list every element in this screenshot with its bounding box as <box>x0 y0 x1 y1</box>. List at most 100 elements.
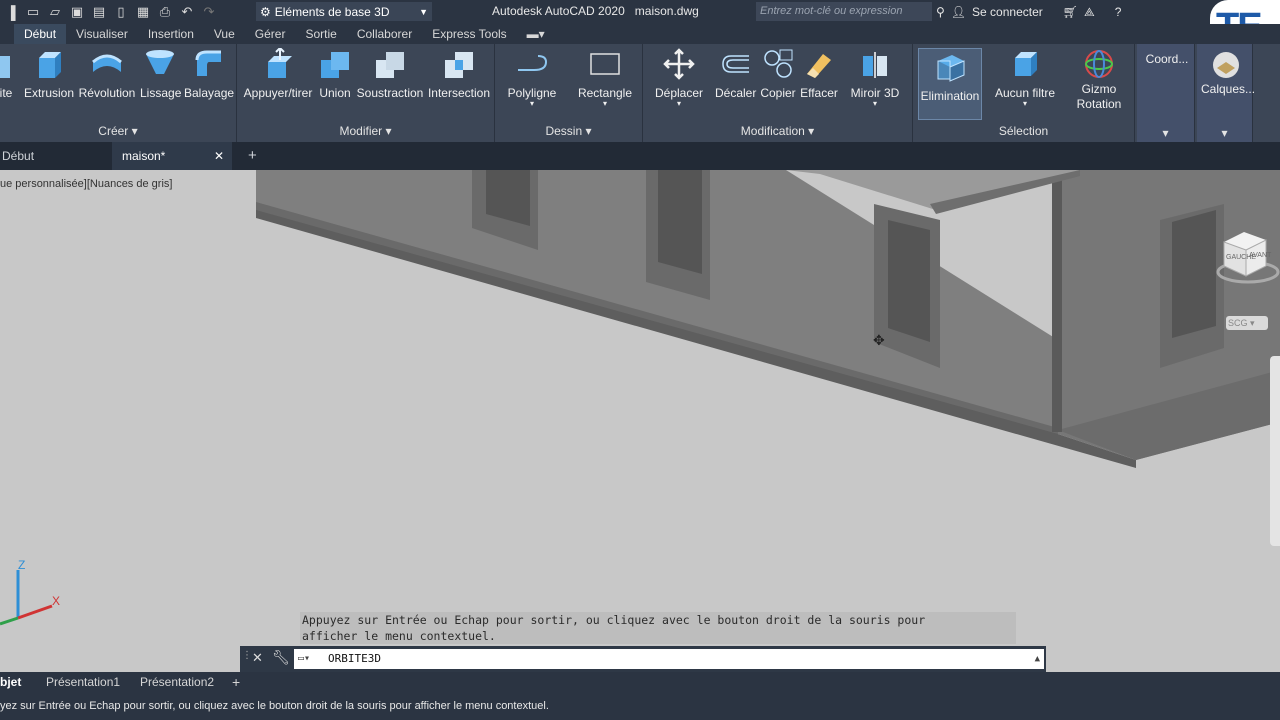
revolution-tool[interactable]: Révolution <box>78 48 136 100</box>
miroir3d-tool[interactable]: Miroir 3D ▾ <box>847 48 903 108</box>
subtract-icon <box>374 48 406 80</box>
effacer-tool[interactable]: Effacer <box>799 48 839 100</box>
search-input[interactable]: Entrez mot-clé ou expression <box>756 2 932 21</box>
revolution-icon <box>91 48 123 80</box>
mirror-icon <box>859 48 891 80</box>
export-icon[interactable]: ▦ <box>132 0 154 24</box>
wcs-menu[interactable]: SCG ▾ <box>1226 316 1268 330</box>
open-icon[interactable]: ▱ <box>44 0 66 24</box>
new-tab-icon[interactable]: + <box>246 142 257 170</box>
house-model[interactable] <box>0 170 1280 672</box>
copier-tool[interactable]: Copier <box>759 48 797 100</box>
balayage-tool[interactable]: Balayage <box>184 48 234 100</box>
save-as-icon[interactable]: ▤ <box>88 0 110 24</box>
import-icon[interactable]: ▯ <box>110 0 132 24</box>
file-name: maison.dwg <box>634 4 699 18</box>
chevron-down-icon[interactable]: ▾ <box>1197 126 1252 140</box>
ucs-z-label: Z <box>18 558 26 572</box>
copy-icon <box>762 48 794 80</box>
drawing-viewport[interactable]: ue personnalisée][Nuances de gris] ▬ ❐ G… <box>0 170 1280 672</box>
doc-tab-maison[interactable]: maison* ✕ <box>112 142 232 170</box>
soustraction-tool[interactable]: Soustraction <box>355 48 425 100</box>
decaler-tool[interactable]: Décaler <box>715 48 756 100</box>
binoculars-icon[interactable]: ⚲ <box>936 5 945 19</box>
document-tabs: Début maison* ✕ + <box>0 142 1280 170</box>
connect-icon[interactable]: ⟁ <box>1084 5 1095 20</box>
chevron-down-icon: ▼ <box>419 6 428 17</box>
tab-debut[interactable]: Début <box>14 24 67 44</box>
aucun-filtre-tool[interactable]: Aucun filtre ▾ <box>991 48 1059 108</box>
lissage-tool[interactable]: Lissage <box>140 48 181 100</box>
ribbon: ite Extrusion Révolution Lissage Balayag… <box>0 44 1280 142</box>
chevron-down-icon[interactable]: ▾ <box>1137 126 1194 140</box>
navigation-bar[interactable] <box>1270 356 1280 546</box>
calques-tool[interactable]: Calques... <box>1201 50 1255 96</box>
chevron-down-icon: ▾ <box>808 124 815 138</box>
print-icon[interactable]: ⎙ <box>154 0 176 24</box>
gizmo-rotation-tool[interactable]: Gizmo Rotation <box>1071 48 1127 112</box>
user-icon[interactable]: 👤︎ <box>951 5 966 19</box>
workspace-switcher[interactable]: ⚙ Eléments de base 3D ▼ <box>256 2 432 21</box>
filter-cube-icon <box>1009 48 1041 80</box>
cart-icon[interactable]: 🛒︎ <box>1063 5 1078 19</box>
close-icon[interactable]: ✕ <box>214 142 224 170</box>
extrusion-tool[interactable]: Extrusion <box>22 48 76 100</box>
grip-icon[interactable]: ⋮ <box>242 650 252 661</box>
rectangle-tool[interactable]: Rectangle ▾ <box>575 48 635 108</box>
doc-tab-debut[interactable]: Début <box>0 142 110 170</box>
tab-vue[interactable]: Vue <box>204 24 245 44</box>
appuyer-tirer-tool[interactable]: Appuyer/tirer <box>241 46 315 100</box>
panel-label-dessin[interactable]: Dessin ▾ <box>495 124 642 138</box>
signin-link[interactable]: Se connecter <box>972 5 1043 19</box>
panel-label-modifier[interactable]: Modifier ▾ <box>237 124 494 138</box>
culling-icon <box>934 51 966 83</box>
command-tooltip: Appuyez sur Entrée ou Echap pour sortir,… <box>300 612 1016 644</box>
eraser-icon <box>803 48 835 80</box>
ucs-x-label: X <box>52 594 61 608</box>
add-layout-icon[interactable]: + <box>232 672 240 692</box>
rectangle-icon <box>589 48 621 80</box>
union-tool[interactable]: Union <box>317 48 353 100</box>
tab-collaborer[interactable]: Collaborer <box>347 24 422 44</box>
chevron-up-icon[interactable]: ▲ <box>1035 649 1040 669</box>
wrench-icon[interactable]: 🔧︎ <box>272 649 290 666</box>
redo-icon[interactable]: ↷ <box>198 0 220 24</box>
prompt-icon[interactable]: ▭▾ <box>298 649 310 669</box>
help-icon[interactable]: ? <box>1115 5 1122 19</box>
panel-label-modification[interactable]: Modification ▾ <box>643 124 912 138</box>
panel-label-creer[interactable]: Créer ▾ <box>0 124 236 138</box>
orbit-cursor-icon: ✥ <box>873 332 885 348</box>
new-icon[interactable]: ▭ <box>22 0 44 24</box>
title-right-tools: ⚲ 👤︎ Se connecter 🛒︎ ⟁ ? <box>936 0 1121 24</box>
intersection-tool[interactable]: Intersection <box>427 48 491 100</box>
close-icon[interactable]: ✕ <box>252 650 263 666</box>
tab-insertion[interactable]: Insertion <box>138 24 204 44</box>
chevron-down-icon: ▾ <box>1250 318 1255 328</box>
tab-gerer[interactable]: Gérer <box>245 24 296 44</box>
elimination-tool[interactable]: Elimination <box>918 48 982 120</box>
polyline-icon <box>516 48 548 80</box>
tab-presentation2[interactable]: Présentation2 <box>140 672 214 692</box>
camera-icon[interactable]: ▬▾ <box>517 24 555 44</box>
app-menu-icon[interactable]: ▐ <box>0 0 22 24</box>
ite-tool[interactable]: ite <box>0 48 14 100</box>
tab-sortie[interactable]: Sortie <box>295 24 346 44</box>
undo-icon[interactable]: ↶ <box>176 0 198 24</box>
save-icon[interactable]: ▣ <box>66 0 88 24</box>
tab-visualiser[interactable]: Visualiser <box>66 24 138 44</box>
offset-icon <box>719 48 751 80</box>
polyligne-tool[interactable]: Polyligne ▾ <box>503 48 561 108</box>
window-title: Autodesk AutoCAD 2020 maison.dwg <box>492 4 699 18</box>
tab-objet[interactable]: bjet <box>0 672 21 692</box>
coord-tool[interactable]: Coord... <box>1145 52 1189 66</box>
navigation-cube[interactable]: GAUCHE AVANT <box>1214 228 1280 298</box>
union-icon <box>319 48 351 80</box>
tab-express-tools[interactable]: Express Tools <box>422 24 516 44</box>
presspull-icon <box>262 46 294 80</box>
panel-coord: Coord... ▾ <box>1137 44 1195 142</box>
deplacer-tool[interactable]: Déplacer ▾ <box>653 48 705 108</box>
tab-presentation1[interactable]: Présentation1 <box>46 672 120 692</box>
command-input[interactable]: ▭▾ ORBITE3D ▲ <box>294 649 1044 669</box>
quick-access-toolbar: ▐ ▭ ▱ ▣ ▤ ▯ ▦ ⎙ ↶ ↷ <box>0 0 220 24</box>
chevron-down-icon: ▾ <box>385 124 392 138</box>
